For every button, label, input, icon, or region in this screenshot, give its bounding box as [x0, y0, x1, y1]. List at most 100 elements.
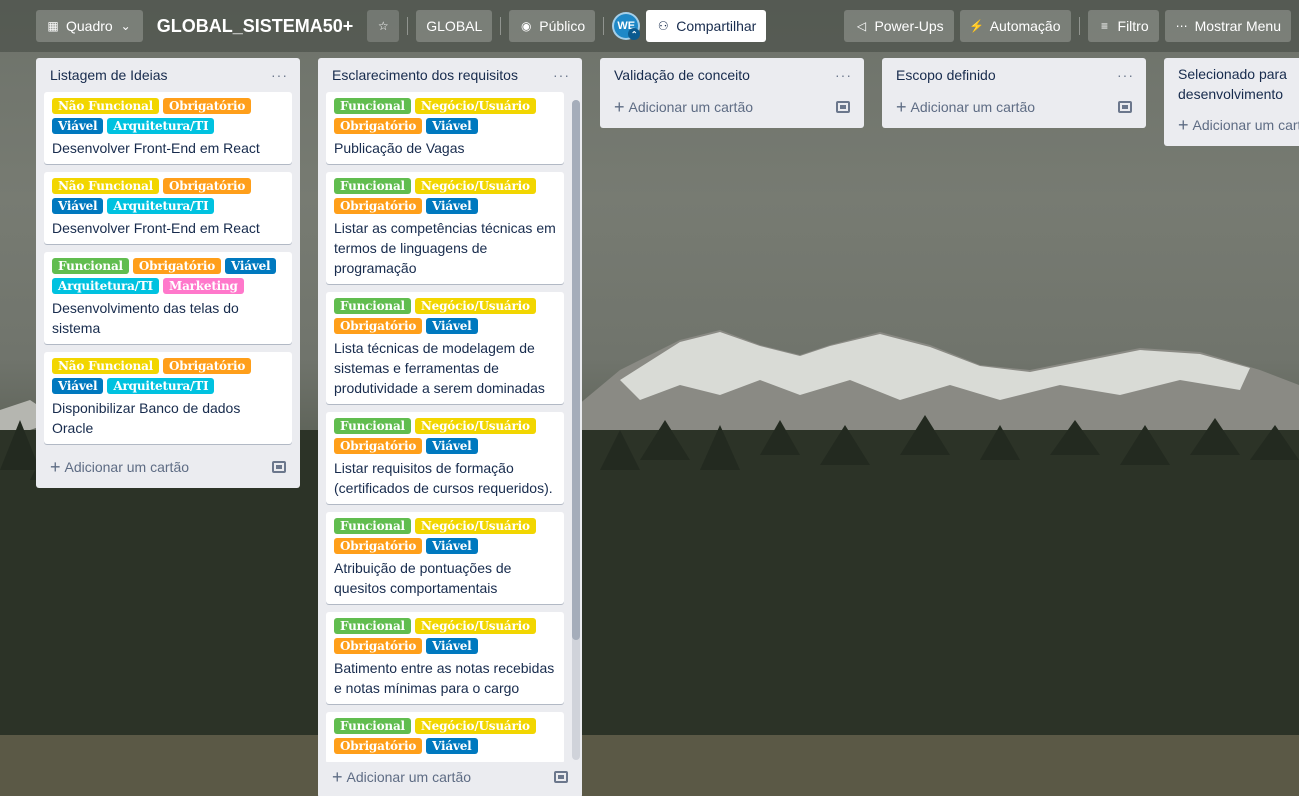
add-card-button[interactable]: +Adicionar um cartão	[326, 762, 574, 792]
share-button[interactable]: ⚇ Compartilhar	[646, 10, 767, 42]
card-label[interactable]: Funcional	[334, 518, 411, 534]
list-menu-icon[interactable]: ···	[835, 67, 852, 83]
card-label[interactable]: Negócio/Usuário	[414, 298, 536, 314]
add-card-button[interactable]: +Adicionar um cartão	[890, 92, 1138, 122]
filter-button[interactable]: ≡ Filtro	[1087, 10, 1159, 42]
card-label[interactable]: Obrigatório	[334, 638, 423, 654]
star-button[interactable]: ☆	[367, 10, 400, 42]
show-menu-button[interactable]: ⋯ Mostrar Menu	[1164, 10, 1291, 42]
list-scrollbar[interactable]	[572, 100, 580, 760]
list-header[interactable]: Listagem de Ideias ···	[44, 58, 292, 92]
plus-icon: +	[1178, 115, 1189, 135]
card[interactable]: Funcional Negócio/Usuário Obrigatório Viáve…	[326, 512, 564, 604]
card-template-icon[interactable]	[554, 771, 568, 783]
card-title: Listar as competências técnicas em termo…	[334, 220, 556, 276]
card-label[interactable]: Funcional	[334, 618, 411, 634]
card-label[interactable]: Obrigatório	[132, 258, 222, 274]
card-label[interactable]: Obrigatório	[163, 98, 252, 114]
automation-button[interactable]: ⚡ Automação	[959, 10, 1071, 42]
card[interactable]: Não Funcional Obrigatório Viável Arquitetur…	[44, 92, 292, 164]
card[interactable]: Funcional Negócio/Usuário Obrigatório Viáve…	[326, 412, 564, 504]
list-header[interactable]: Selecionado para desenvolvimento	[1172, 58, 1291, 110]
card-label[interactable]: Obrigatório	[334, 118, 423, 134]
list-header[interactable]: Validação de conceito ···	[608, 58, 856, 92]
separator	[500, 17, 502, 35]
board-title[interactable]: GLOBAL_SISTEMA50+	[149, 16, 362, 37]
card-scroll-area[interactable]: Funcional Negócio/Usuário Obrigatório Viáve…	[326, 92, 574, 762]
list-menu-icon[interactable]: ···	[1117, 67, 1134, 83]
card-label[interactable]: Arquitetura/TI	[107, 118, 215, 134]
card-template-icon[interactable]	[1118, 101, 1132, 113]
scrollbar-thumb[interactable]	[572, 100, 580, 640]
card-label[interactable]: Negócio/Usuário	[414, 418, 536, 434]
card[interactable]: Funcional Negócio/Usuário Obrigatório Viáve…	[326, 92, 564, 164]
card-label[interactable]: Negócio/Usuário	[414, 178, 536, 194]
card-label[interactable]: Negócio/Usuário	[414, 518, 536, 534]
workspace-button[interactable]: GLOBAL	[416, 10, 493, 42]
card-label[interactable]: Obrigatório	[334, 738, 423, 754]
card-title: Batimento entre as notas recebidas e not…	[334, 660, 555, 696]
card-label[interactable]: Viável	[52, 118, 104, 134]
card-label[interactable]: Viável	[426, 198, 478, 214]
card-label[interactable]: Negócio/Usuário	[414, 718, 536, 734]
card-label[interactable]: Não Funcional	[52, 358, 160, 374]
list-title[interactable]: Validação de conceito	[614, 67, 750, 83]
card-label[interactable]: Viável	[426, 438, 478, 454]
card-label[interactable]: Funcional	[334, 298, 411, 314]
card-label[interactable]: Funcional	[334, 418, 411, 434]
card-label[interactable]: Não Funcional	[52, 98, 160, 114]
card[interactable]: Não Funcional Obrigatório Viável Arquitetur…	[44, 352, 292, 444]
show-menu-label: Mostrar Menu	[1194, 18, 1281, 34]
list-menu-icon[interactable]: ···	[553, 67, 570, 83]
card-label[interactable]: Negócio/Usuário	[414, 618, 536, 634]
member-avatar[interactable]: WE ⌃	[612, 12, 641, 40]
list-header[interactable]: Esclarecimento dos requisitos ···	[326, 58, 574, 92]
card-label[interactable]: Viável	[225, 258, 277, 274]
card[interactable]: Funcional Negócio/Usuário Obrigatório Viáve…	[326, 612, 564, 704]
card-label[interactable]: Viável	[426, 638, 478, 654]
card-label[interactable]: Viável	[52, 198, 104, 214]
list-title[interactable]: Listagem de Ideias	[50, 67, 168, 83]
add-card-button[interactable]: +Adicionar um cartão	[44, 452, 292, 482]
card[interactable]: Funcional Negócio/Usuário Obrigatório Viáve…	[326, 712, 564, 762]
card-label[interactable]: Negócio/Usuário	[414, 98, 536, 114]
card[interactable]: Funcional Negócio/Usuário Obrigatório Viáve…	[326, 172, 564, 284]
card-label[interactable]: Obrigatório	[334, 438, 423, 454]
card-label[interactable]: Obrigatório	[334, 318, 423, 334]
list-title[interactable]: Escopo definido	[896, 67, 996, 83]
add-card-button[interactable]: +Adicionar um cartão	[608, 92, 856, 122]
card-label[interactable]: Funcional	[334, 178, 411, 194]
card-label[interactable]: Marketing	[162, 278, 244, 294]
card-label[interactable]: Obrigatório	[163, 178, 252, 194]
add-card-button[interactable]: +Adicionar um cartão	[1172, 110, 1299, 140]
list-menu-icon[interactable]: ···	[271, 67, 288, 83]
card-label[interactable]: Funcional	[52, 258, 129, 274]
card-label[interactable]: Não Funcional	[52, 178, 160, 194]
card-template-icon[interactable]	[272, 461, 286, 473]
board-view-switcher[interactable]: ▦ Quadro ⌄	[36, 10, 143, 42]
card[interactable]: Funcional Obrigatório Viável Arquitetura/TI…	[44, 252, 292, 344]
card-label[interactable]: Viável	[426, 738, 478, 754]
card-label[interactable]: Arquitetura/TI	[52, 278, 159, 294]
card-label[interactable]: Arquitetura/TI	[107, 378, 215, 394]
card-label[interactable]: Viável	[426, 318, 478, 334]
card-label[interactable]: Arquitetura/TI	[107, 198, 215, 214]
list-title[interactable]: Selecionado para desenvolvimento	[1178, 64, 1287, 104]
card-label[interactable]: Viável	[426, 118, 478, 134]
card-label[interactable]: Obrigatório	[334, 538, 423, 554]
card[interactable]: Não Funcional Obrigatório Viável Arquitetur…	[44, 172, 292, 244]
card-label[interactable]: Obrigatório	[334, 198, 423, 214]
list-header[interactable]: Escopo definido ···	[890, 58, 1138, 92]
card-label[interactable]: Funcional	[334, 98, 411, 114]
card-label[interactable]: Obrigatório	[163, 358, 252, 374]
card[interactable]: Funcional Negócio/Usuário Obrigatório Viáve…	[326, 292, 564, 404]
card-template-icon[interactable]	[836, 101, 850, 113]
card-label[interactable]: Funcional	[334, 718, 411, 734]
add-card-label: Adicionar um cartão	[910, 99, 1036, 115]
list-title[interactable]: Esclarecimento dos requisitos	[332, 67, 518, 83]
add-card-label: Adicionar um cartão	[64, 459, 190, 475]
visibility-button[interactable]: ◉ Público	[509, 10, 596, 42]
card-label[interactable]: Viável	[52, 378, 104, 394]
card-label[interactable]: Viável	[426, 538, 478, 554]
powerups-button[interactable]: ◁ Power-Ups	[844, 10, 954, 42]
